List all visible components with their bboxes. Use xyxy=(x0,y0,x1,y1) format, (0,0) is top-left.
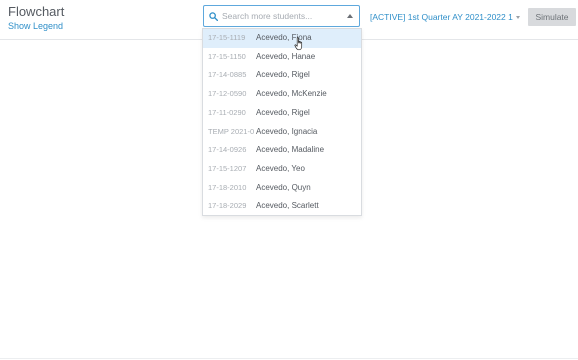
student-option[interactable]: 17-12-0590 Acevedo, McKenzie xyxy=(203,85,361,104)
student-name: Acevedo, Yeo xyxy=(256,163,305,173)
student-name: Acevedo, Hanae xyxy=(256,51,316,61)
hand-pointer-cursor-icon xyxy=(294,37,303,51)
student-option[interactable]: 17-18-2010 Acevedo, Quyn xyxy=(203,179,361,198)
student-search-input[interactable] xyxy=(222,9,340,23)
student-name: Acevedo, Rigel xyxy=(256,107,310,117)
student-id: 17-15-1119 xyxy=(208,33,246,42)
quarter-select-value: [ACTIVE] 1st Quarter AY 2021-2022 1 xyxy=(370,12,513,22)
student-option[interactable]: 17-14-0926 Acevedo, Madaline xyxy=(203,141,361,160)
page-title: Flowchart xyxy=(8,4,65,19)
quarter-select[interactable]: [ACTIVE] 1st Quarter AY 2021-2022 1 xyxy=(370,12,520,22)
student-option[interactable]: TEMP 2021-0 Acevedo, Ignacia xyxy=(203,123,361,142)
student-id: 17-15-1150 xyxy=(208,51,246,61)
student-search-box[interactable] xyxy=(203,5,360,27)
student-dropdown-list: 17-15-1119 Acevedo, Fiona 17-15-1150 Ace… xyxy=(202,28,362,216)
student-option[interactable]: 17-15-1207 Acevedo, Yeo xyxy=(203,160,361,179)
flowchart-page: Flowchart Show Legend [ACTIVE] 1st Quart… xyxy=(0,0,578,360)
student-option[interactable]: 17-15-1150 Acevedo, Hanae xyxy=(203,48,361,67)
student-id: 17-18-2029 xyxy=(208,201,247,211)
caret-up-icon[interactable] xyxy=(347,14,353,18)
search-icon xyxy=(209,12,218,21)
show-legend-link[interactable]: Show Legend xyxy=(8,21,63,31)
student-name: Acevedo, Rigel xyxy=(256,70,310,80)
student-name: Acevedo, Scarlett xyxy=(256,201,319,211)
student-option[interactable]: 17-15-1119 Acevedo, Fiona xyxy=(203,29,361,48)
student-name: Acevedo, Ignacia xyxy=(256,126,318,136)
student-option[interactable]: 17-14-0885 Acevedo, Rigel xyxy=(203,66,361,85)
student-name: Acevedo, McKenzie xyxy=(256,89,327,99)
student-id: 17-11-0290 xyxy=(208,107,246,117)
chevron-down-icon xyxy=(515,16,520,20)
student-id: 17-14-0926 xyxy=(208,145,247,155)
student-id: 17-18-2010 xyxy=(208,182,247,192)
student-option[interactable]: 17-18-2029 Acevedo, Scarlett xyxy=(203,197,361,215)
student-id: 17-15-1207 xyxy=(208,163,247,173)
student-option[interactable]: 17-11-0290 Acevedo, Rigel xyxy=(203,104,361,123)
simulate-button[interactable]: Simulate xyxy=(528,8,576,26)
student-id: TEMP 2021-0 xyxy=(208,126,255,136)
student-id: 17-14-0885 xyxy=(208,70,247,80)
student-id: 17-12-0590 xyxy=(208,89,247,99)
student-name: Acevedo, Madaline xyxy=(256,145,325,155)
student-name: Acevedo, Quyn xyxy=(256,182,311,192)
bottom-divider xyxy=(0,358,578,359)
